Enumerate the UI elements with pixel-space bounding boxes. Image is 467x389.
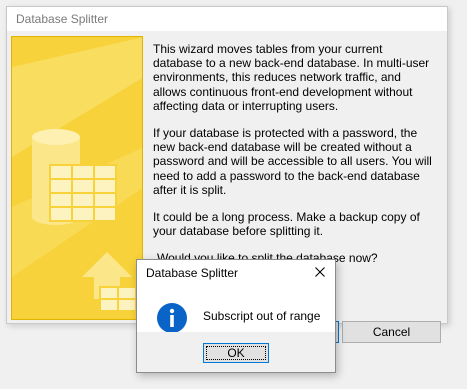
description-paragraph: If your database is protected with a pas… (153, 126, 432, 197)
wizard-description: This wizard moves tables from your curre… (153, 42, 435, 279)
description-paragraph: This wizard moves tables from your curre… (153, 42, 430, 113)
wizard-title: Database Splitter (16, 12, 109, 26)
dialog-titlebar[interactable]: Database Splitter (137, 260, 335, 284)
close-icon[interactable] (309, 262, 331, 282)
wizard-titlebar[interactable]: Database Splitter (7, 7, 447, 31)
ok-button[interactable]: OK (203, 343, 269, 363)
info-icon (157, 303, 187, 333)
cancel-button[interactable]: Cancel (342, 321, 441, 343)
error-message-dialog: Database Splitter Subscript out of range… (136, 259, 336, 373)
description-paragraph: It could be a long process. Make a backu… (153, 210, 420, 239)
database-table-illustration (12, 37, 142, 319)
dialog-button-bar: OK (137, 332, 335, 372)
dialog-title: Database Splitter (146, 266, 239, 280)
dialog-content: Subscript out of range (137, 284, 335, 333)
wizard-illustration (11, 36, 143, 320)
dialog-message: Subscript out of range (203, 309, 321, 323)
